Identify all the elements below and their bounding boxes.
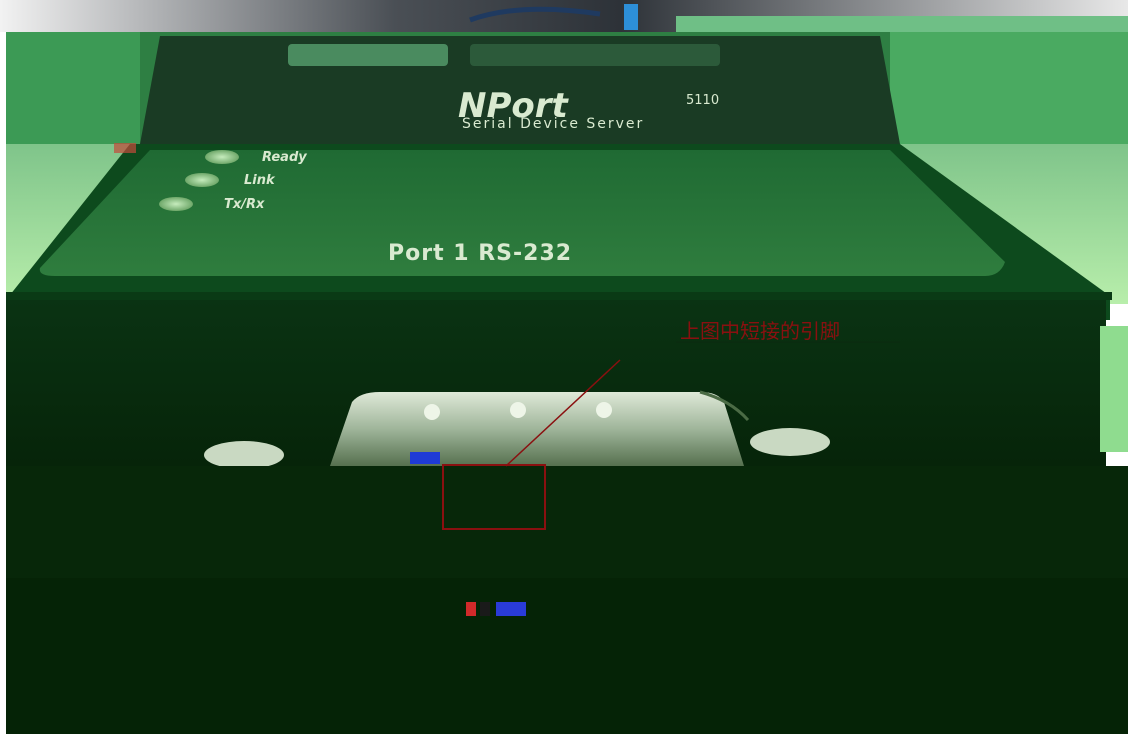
model-text: 5110	[686, 93, 719, 108]
lower-dark-band	[6, 466, 1128, 578]
device-photo: NPort 5110 Serial Device Server Ready Li…	[0, 0, 1128, 734]
txrx-led-icon	[159, 197, 193, 211]
connector-screw-icon	[424, 404, 440, 420]
glitch-mark	[114, 143, 136, 153]
port-label: Port 1 RS-232	[388, 241, 572, 266]
connector-screw-icon	[510, 402, 526, 418]
link-led-icon	[185, 173, 219, 187]
upper-right-background	[890, 32, 1128, 144]
connector-screw-icon	[596, 402, 612, 418]
device-edge	[6, 292, 1112, 300]
photo-frame: NPort 5110 Serial Device Server Ready Li…	[0, 0, 1128, 740]
bottom-dark-band	[6, 578, 1128, 734]
subtitle-text: Serial Device Server	[462, 116, 644, 132]
left-standoff	[204, 441, 284, 469]
glitch-mark	[466, 602, 476, 616]
glitch-mark	[496, 602, 526, 616]
annotation-label: 上图中短接的引脚	[680, 319, 840, 343]
glitch-mark	[480, 602, 490, 616]
led-label-link: Link	[244, 173, 276, 188]
led-label-txrx: Tx/Rx	[224, 197, 265, 212]
led-label-ready: Ready	[262, 150, 307, 165]
db9-connector	[330, 392, 744, 466]
ready-led-icon	[205, 150, 239, 164]
right-standoff	[750, 428, 830, 456]
upper-left-background	[6, 32, 140, 144]
top-label-plate-2	[470, 44, 720, 66]
glitch-mark	[410, 452, 440, 464]
top-right-tint	[676, 16, 1128, 32]
blue-cable-tip	[624, 4, 638, 30]
top-label-plate	[288, 44, 448, 66]
right-background-sliver	[1100, 326, 1128, 452]
